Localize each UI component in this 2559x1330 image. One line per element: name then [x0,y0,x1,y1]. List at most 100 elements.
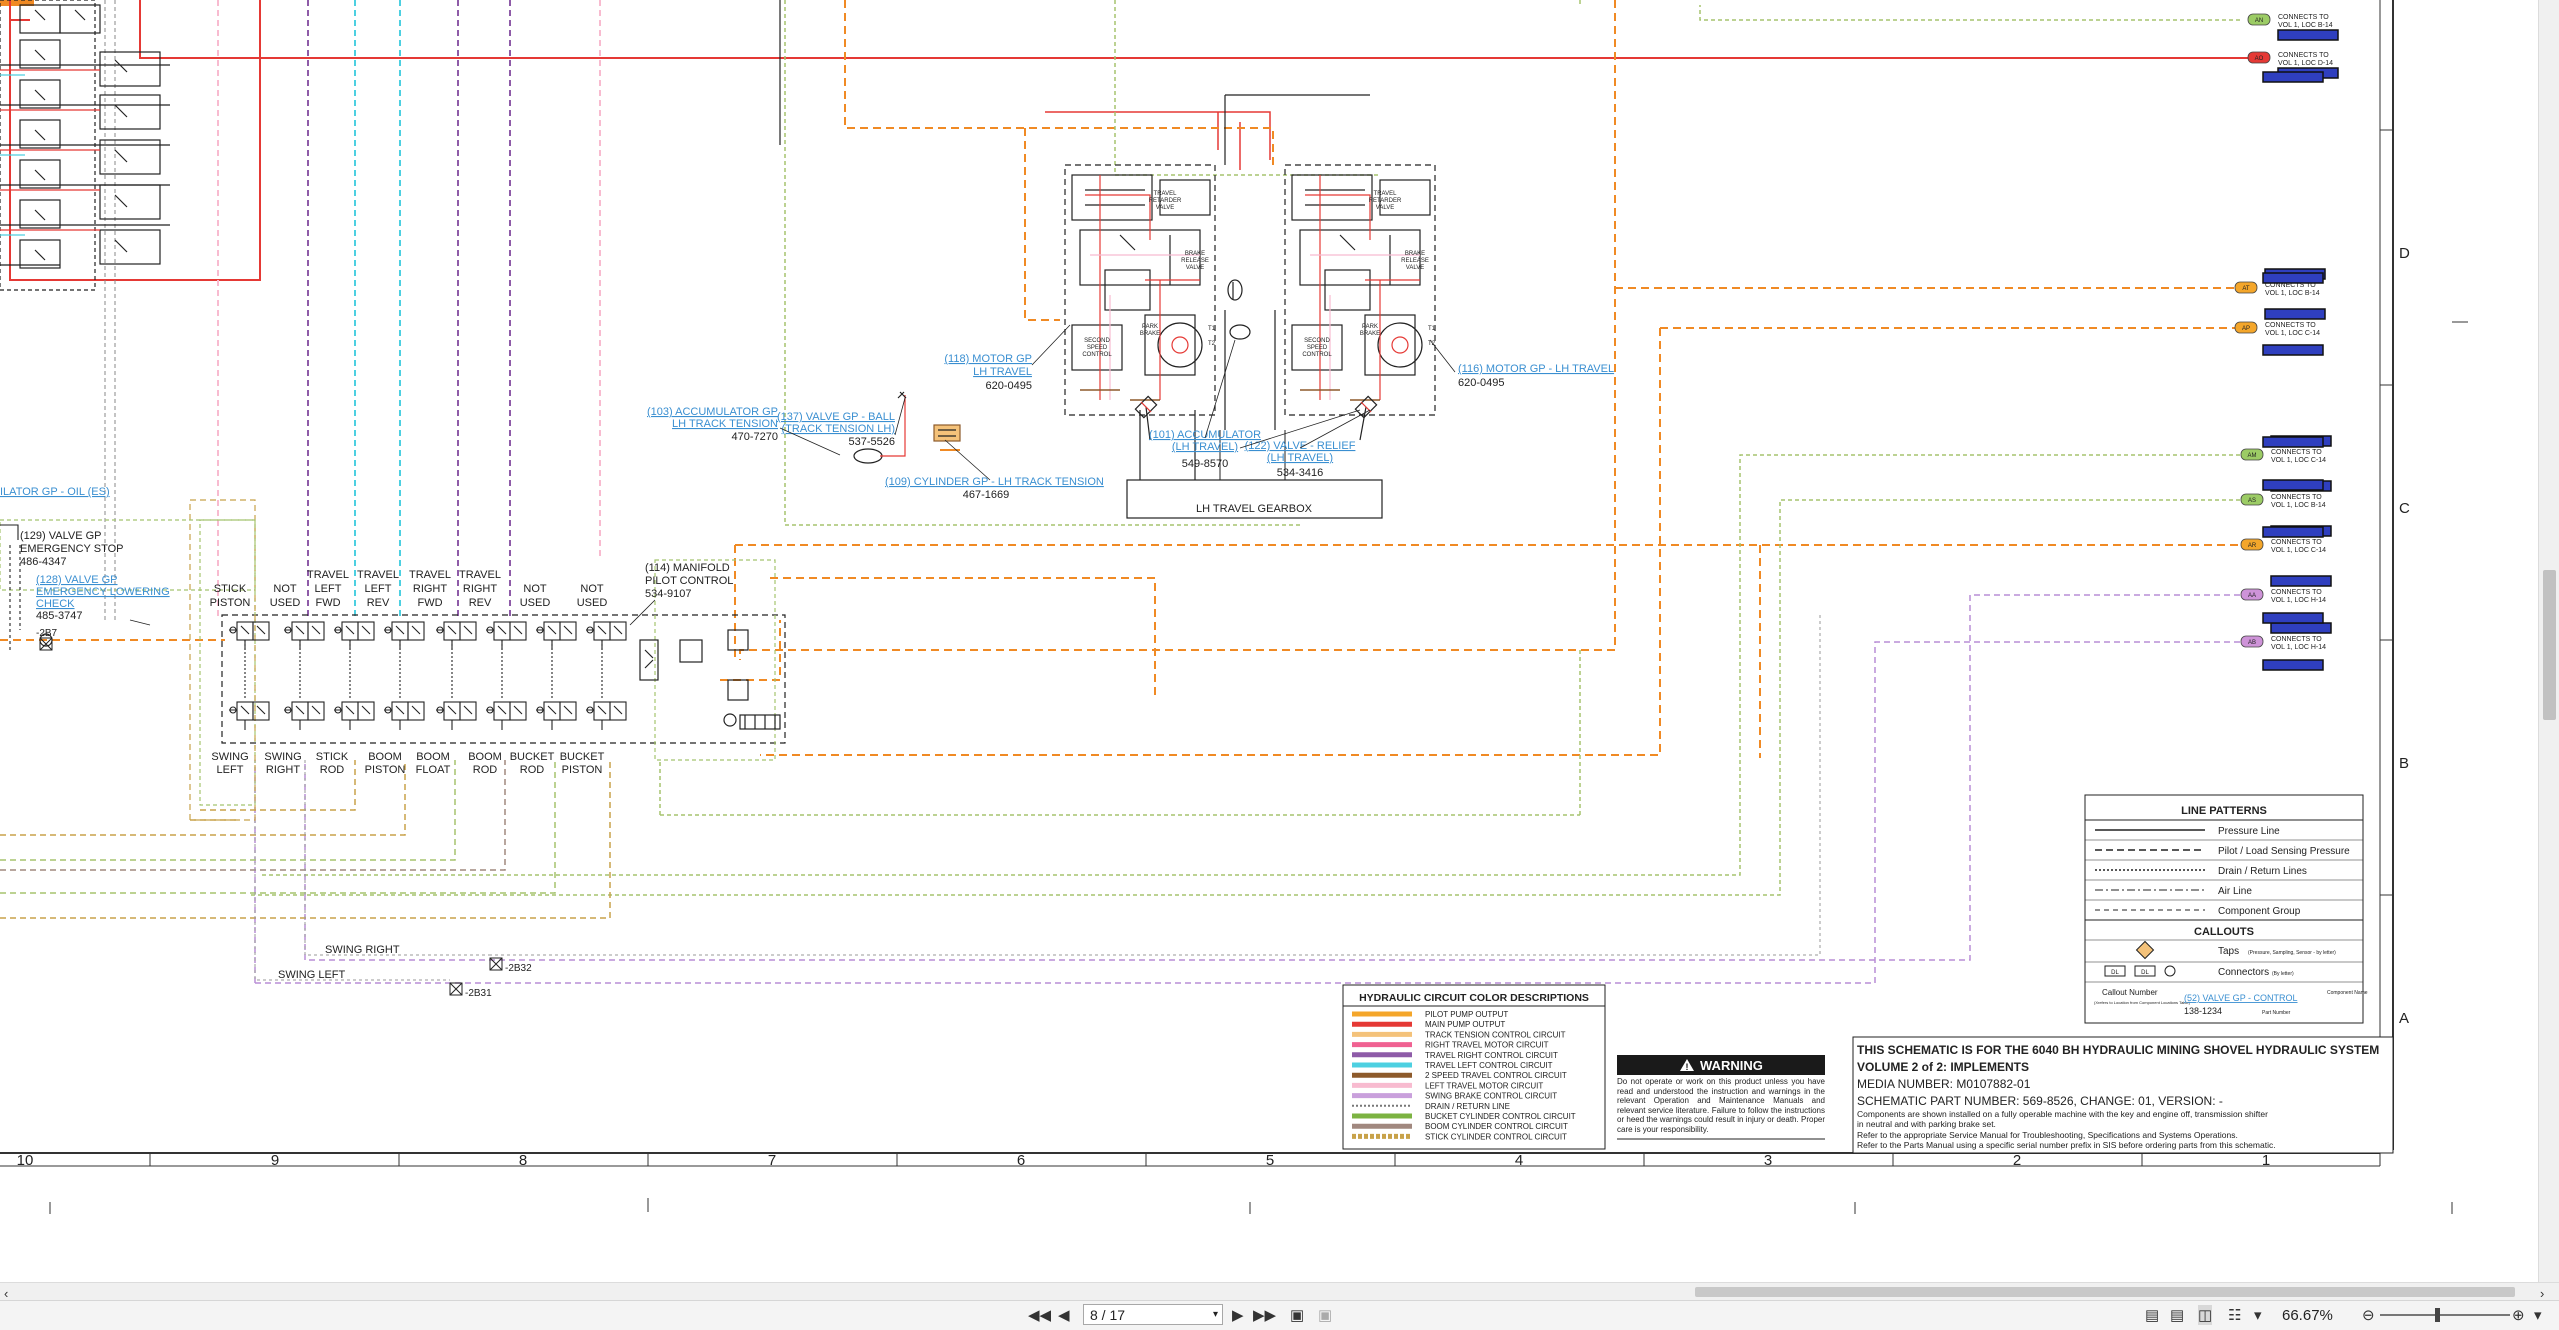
lp-taps: Taps [2218,946,2239,957]
swing-left-label: SWING LEFT [278,969,346,981]
solenoid-valve [334,621,375,650]
connector-text1: CONNECTS TO [2278,14,2329,21]
last-page-icon[interactable]: ▶▶ [1253,1305,1276,1325]
valve-top-label-l1: TRAVEL [409,569,451,581]
valve-top-label-l2: LEFT [365,583,392,595]
off-page-connectors: AN CONNECTS TOVOL 1, LOC B-14AO CONNECTS T… [2234,13,2339,671]
valve-bottom-label-l1: BOOM [468,751,502,763]
connector-aa[interactable]: AA CONNECTS TOVOL 1, LOC H-14 [2240,575,2332,604]
callout-128-l1: (128) VALVE GP [36,574,118,586]
title-note2: in neutral and with parking brake set. [1857,1119,1996,1129]
callout-109-part: 467-1669 [963,489,1010,501]
two-page-view-icon[interactable]: ◫ [2198,1305,2213,1325]
zone-row-label: A [2399,1010,2409,1027]
connector-ref-box [2262,272,2324,284]
callout-128-l3: CHECK [36,598,75,610]
lp-component-group: Component Group [2218,906,2301,917]
svg-text:VALVE: VALVE [1156,205,1174,211]
connector-ref-box [2262,344,2324,356]
connector-text1: CONNECTS TO [2265,322,2316,329]
document-viewport[interactable]: 10 9 8 7 6 5 4 3 2 1 DCBA TRAVEL RETARDE… [0,0,2538,1282]
connector-ap[interactable]: AP CONNECTS TOVOL 1, LOC C-14 [2234,308,2326,337]
title-line2: VOLUME 2 of 2: IMPLEMENTS [1857,1060,2029,1074]
previous-page-icon[interactable]: ◀ [1058,1305,1070,1325]
callout-101-part: 549-8570 [1182,458,1229,470]
valve-top-label-l3: FWD [417,597,442,609]
swing-right-label: SWING RIGHT [325,944,400,956]
valve-top-label-l3: USED [520,597,551,609]
view-options-icon[interactable]: ▾ [2254,1305,2262,1325]
valve-bottom-label-l2: ROD [473,764,498,776]
fit-page-icon[interactable]: ▣ [1290,1305,1304,1325]
title-note4: Refer to the Parts Manual using a specif… [1857,1140,2276,1150]
title-note1: Components are shown installed on a full… [1857,1109,2268,1119]
zoom-out-icon[interactable]: ⊖ [2362,1305,2375,1325]
continuous-view-icon[interactable]: ▤ [2170,1305,2184,1325]
single-page-view-icon[interactable]: ▤ [2145,1305,2159,1325]
page-number-field[interactable]: 8 / 17 ▾ [1083,1304,1223,1325]
connector-ref-box [2262,436,2324,448]
color-desc-label: RIGHT TRAVEL MOTOR CIRCUIT [1425,1041,1549,1050]
zoom-level[interactable]: 66.67% [2282,1307,2333,1324]
color-desc-label: MAIN PUMP OUTPUT [1425,1020,1505,1029]
valve-top-label-l3: USED [270,597,301,609]
first-page-icon[interactable]: ◀◀ [1028,1305,1051,1325]
solenoid-valve [586,621,627,650]
zoom-menu-icon[interactable]: ▾ [2534,1305,2542,1325]
zoom-slider[interactable] [2380,1305,2510,1325]
callout-118-part: 620-0495 [986,380,1033,392]
zoom-in-icon[interactable]: ⊕ [2512,1305,2525,1325]
connector-ref-box [2262,612,2324,624]
valve-bottom-labels: SWINGLEFTSWINGRIGHTSTICKRODBOOMPISTONBOO… [211,751,604,776]
horizontal-scroll-thumb[interactable] [1695,1287,2515,1297]
valve-top-label-l2: NOT [523,583,547,595]
lp-drain: Drain / Return Lines [2218,866,2307,877]
callout-109-l1: (109) CYLINDER GP - LH TRACK TENSION [885,476,1104,488]
callout-116-l1: (116) MOTOR GP - LH TRAVEL [1458,363,1614,375]
svg-text:RELEASE: RELEASE [1401,258,1429,264]
valve-top-label-l1: TRAVEL [459,569,501,581]
circuit-color-descriptions: HYDRAULIC CIRCUIT COLOR DESCRIPTIONS PIL… [1342,984,1606,1150]
callout-128-l2: EMERGENCY LOWERING [36,586,170,598]
zoom-slider-handle[interactable] [2435,1308,2440,1322]
solenoid-valve [229,701,270,730]
motor-small-labels: TRAVELRETARDERVALVE TRAVELRETARDERVALVE … [1082,191,1435,358]
horizontal-scrollbar[interactable]: ‹ › [0,1282,2559,1301]
next-page-icon[interactable]: ▶ [1232,1305,1244,1325]
valve-bottom-label-l1: BOOM [416,751,450,763]
connector-tag: AB [2248,640,2256,646]
title-block: THIS SCHEMATIC IS FOR THE 6040 BH HYDRAU… [1852,1036,2394,1154]
solenoid-valve [536,621,577,650]
scroll-mode-icon[interactable]: ☷ [2228,1305,2241,1325]
connector-ab[interactable]: AB CONNECTS TOVOL 1, LOC H-14 [2240,622,2332,651]
gearbox-label: LH TRAVEL GEARBOX [1196,503,1313,515]
connector-an[interactable]: AN CONNECTS TOVOL 1, LOC B-14 [2247,13,2339,41]
connector-tag: AP [2242,326,2250,332]
zone-col-label: 2 [2013,1152,2021,1169]
svg-text:BRAKE: BRAKE [1185,251,1205,257]
hydraulic-schematic: 10 9 8 7 6 5 4 3 2 1 DCBA TRAVELRETARDER… [0,0,2468,1214]
valve-bottom-label-l2: ROD [520,764,545,776]
callout-128-part: 485-3747 [36,610,83,622]
svg-text:RETARDER: RETARDER [1149,198,1182,204]
valve-bottom-label-l2: PISTON [365,764,406,776]
callout-labels: ILATOR GP - OIL (ES) (129) VALVE GP EMER… [0,353,1614,999]
fit-width-icon[interactable]: ▣ [1318,1305,1332,1325]
vertical-scroll-thumb[interactable] [2543,570,2556,720]
vertical-scrollbar[interactable] [2538,0,2559,1282]
tap-2b32-label: -2B32 [505,963,532,974]
color-desc-label: DRAIN / RETURN LINE [1425,1102,1510,1111]
valve-bottom-label-l1: SWING [211,751,248,763]
valve-top-label-l2: NOT [273,583,297,595]
connector-tag: AN [2255,18,2263,24]
svg-text:T2: T2 [1208,341,1216,347]
zone-row-label: C [2399,500,2410,517]
callout-129-part: 486-4347 [20,556,67,568]
svg-text:VALVE: VALVE [1376,205,1394,211]
callout-114-l2: PILOT CONTROL [645,575,733,587]
callout-137-l2: (TRACK TENSION LH) [782,423,895,435]
connector-ref-box [2262,71,2324,83]
lp-part-example: 138-1234 [2184,1006,2222,1016]
warning-block: ! WARNING Do not operate or work on this… [1617,1055,1825,1140]
page-dropdown-icon[interactable]: ▾ [1213,1309,1218,1320]
